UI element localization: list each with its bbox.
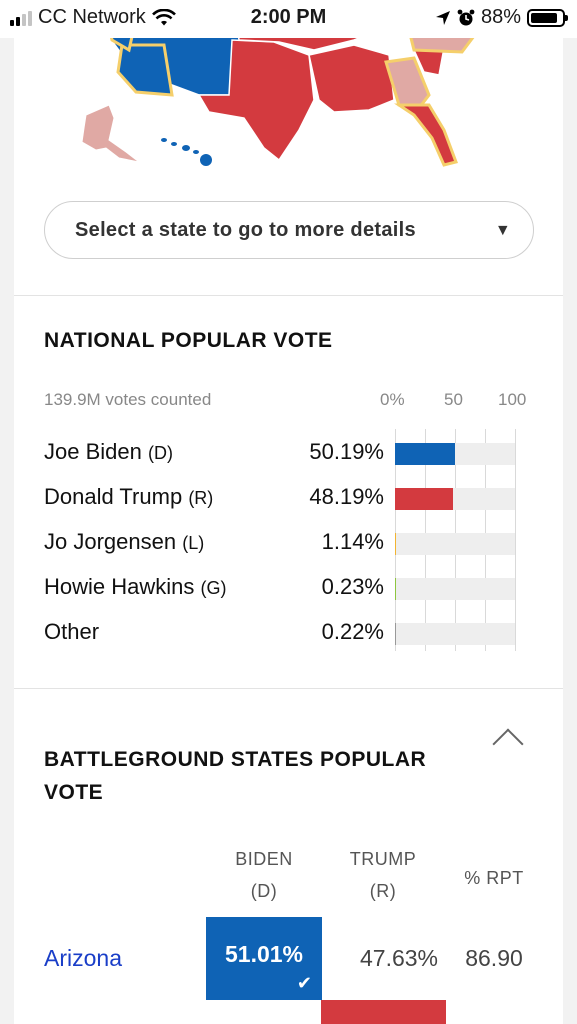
battery-percent: 88% xyxy=(480,6,521,28)
candidate-percent: 1.14% xyxy=(321,529,384,554)
candidate-percent: 48.19% xyxy=(309,484,384,509)
candidate-percent: 0.23% xyxy=(321,574,384,599)
vote-bar-fill xyxy=(395,533,397,555)
map-southern-states xyxy=(308,44,395,113)
election-map-card: Select a state to go to more details ▼ xyxy=(14,0,563,295)
candidate-name: Other xyxy=(44,619,99,645)
section-title: NATIONAL POPULAR VOTE xyxy=(44,329,333,352)
state-link-arizona[interactable]: Arizona xyxy=(44,945,122,972)
candidate-name: Howie Hawkins (G) xyxy=(44,574,227,600)
candidate-party: (G) xyxy=(200,578,227,598)
candidate-row: Jo Jorgensen (L) 1.14% xyxy=(44,521,534,565)
candidate-row: Donald Trump (R) 48.19% xyxy=(44,476,534,520)
candidate-name-text: Howie Hawkins xyxy=(44,574,195,599)
column-header-rpt[interactable]: % RPT xyxy=(444,862,544,894)
candidate-party: (L) xyxy=(182,533,205,553)
candidate-name-text: Other xyxy=(44,619,100,644)
candidate-percent: 50.19% xyxy=(309,439,384,464)
candidate-name-text: Joe Biden xyxy=(44,439,142,464)
map-alaska xyxy=(81,104,140,163)
vote-bar-track xyxy=(395,623,515,645)
status-bar: CC Network 2:00 PM 88% xyxy=(0,0,577,38)
next-row-trump-cell xyxy=(321,1000,446,1024)
candidate-row: Joe Biden (D) 50.19% xyxy=(44,431,534,475)
location-arrow-icon xyxy=(435,10,450,25)
scale-label-50: 50 xyxy=(444,390,463,409)
national-popular-vote-card: NATIONAL POPULAR VOTE 139.9M votes count… xyxy=(14,296,563,688)
chevron-up-icon[interactable] xyxy=(492,728,524,760)
vote-bar-fill xyxy=(395,488,453,510)
vote-bar-track xyxy=(395,443,515,465)
alarm-icon xyxy=(457,9,475,25)
candidate-name: Joe Biden (D) xyxy=(44,439,173,465)
rpt-value-arizona: 86.90 xyxy=(465,945,523,971)
candidate-name-text: Donald Trump xyxy=(44,484,183,509)
candidate-name: Jo Jorgensen (L) xyxy=(44,529,204,555)
biden-value: 51.01% xyxy=(224,941,303,967)
state-select-label: Select a state to go to more details xyxy=(75,218,416,241)
candidate-row: Howie Hawkins (G) 0.23% xyxy=(44,566,534,610)
candidate-name: Donald Trump (R) xyxy=(44,484,213,510)
map-florida xyxy=(394,103,458,167)
votes-counted: 139.9M votes counted xyxy=(44,390,212,409)
vote-bar-track xyxy=(395,533,515,555)
vote-bar-track xyxy=(395,578,515,600)
battleground-title: BATTLEGROUND STATES POPULAR VOTE xyxy=(44,748,427,804)
vote-bar-track xyxy=(395,488,515,510)
map-hawaii xyxy=(161,138,212,166)
candidate-party: (D) xyxy=(147,443,173,463)
battleground-card: BATTLEGROUND STATES POPULAR VOTE BIDEN (… xyxy=(14,689,563,1024)
column-header-trump[interactable]: TRUMP (R) xyxy=(322,843,444,907)
state-select-dropdown[interactable]: Select a state to go to more details ▼ xyxy=(44,201,534,259)
vote-bar-fill xyxy=(395,443,456,465)
candidate-row: Other 0.22% xyxy=(44,611,534,655)
scale-label-100: 100 xyxy=(498,390,527,409)
battery-icon xyxy=(527,8,568,27)
status-right: 88% xyxy=(435,6,568,29)
candidate-percent: 0.22% xyxy=(321,619,384,644)
candidate-name-text: Jo Jorgensen xyxy=(44,529,177,554)
map-arizona xyxy=(116,43,174,97)
candidate-party: (R) xyxy=(188,488,214,508)
column-header-biden[interactable]: BIDEN (D) xyxy=(206,843,322,907)
checkmark-icon: ✔ xyxy=(296,973,312,993)
biden-cell-arizona: 51.01% ✔ xyxy=(206,917,322,1000)
triangle-down-icon: ▼ xyxy=(494,222,511,239)
scale-label-0: 0% xyxy=(380,390,405,409)
